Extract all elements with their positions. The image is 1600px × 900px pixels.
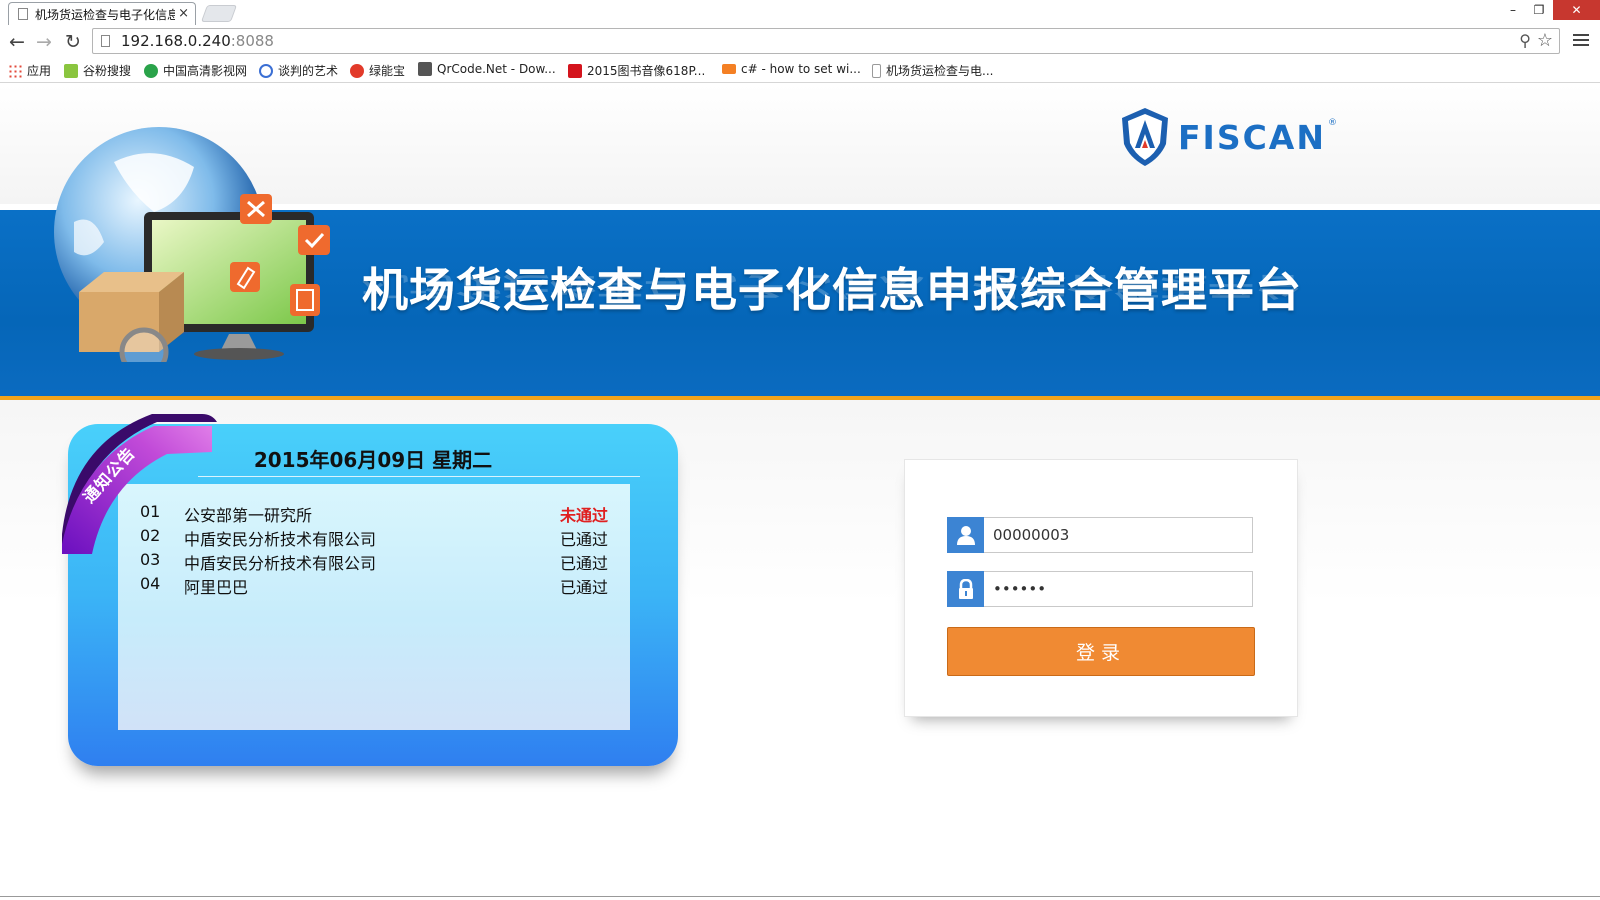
password-value: ••••••	[993, 580, 1047, 598]
registered-mark: ®	[1327, 118, 1337, 128]
url-port: :8088	[230, 32, 274, 50]
bookmark-label: QrCode.Net - Dow...	[437, 62, 556, 76]
page-icon	[18, 8, 28, 20]
menu-icon[interactable]	[1573, 34, 1589, 48]
check-icon	[298, 225, 330, 255]
bookmark-item[interactable]: 中国高清影视网	[144, 62, 247, 79]
reload-icon[interactable]: ↻	[62, 31, 84, 53]
bookmark-item[interactable]: QrCode.Net - Dow...	[418, 62, 556, 76]
item-organization: 阿里巴巴	[184, 578, 249, 597]
bookmark-label: c# - how to set wi...	[741, 62, 861, 76]
user-icon	[947, 517, 984, 553]
item-status: 已通过	[559, 578, 608, 597]
magnifier-icon	[119, 327, 169, 362]
stackoverflow-icon	[722, 64, 736, 74]
shield-icon	[1122, 108, 1168, 166]
page-title-reflection: 机场货运检查与电子化信息申报综合管理平台	[362, 271, 1302, 302]
browser-tab-strip: 机场货运检查与电子化信息申报综合管理平台 × – ❐ ✕	[0, 0, 1600, 25]
bookmark-site-icon	[144, 63, 158, 78]
bookmark-label: 中国高清影视网	[163, 64, 248, 78]
bookmark-label: 2015图书音像618P...	[587, 64, 706, 78]
username-field[interactable]: 00000003	[947, 517, 1253, 553]
maximize-window-button[interactable]: ❐	[1526, 0, 1552, 20]
bookmark-item[interactable]: 应用	[8, 62, 51, 79]
list-item[interactable]: 04 阿里巴巴 已通过	[118, 574, 630, 598]
codeplex-icon	[418, 62, 432, 76]
document-icon	[290, 284, 320, 316]
apps-grid-icon	[8, 63, 22, 78]
close-window-button[interactable]: ✕	[1553, 0, 1600, 20]
sohu-icon	[350, 63, 364, 78]
page-icon	[872, 63, 881, 78]
bookmarks-bar: 应用 谷粉搜搜 中国高清影视网 谈判的艺术 绿能宝 QrCode.Net - D…	[0, 58, 1600, 83]
item-status: 已通过	[559, 530, 608, 549]
password-field[interactable]: ••••••	[947, 571, 1253, 607]
play-circle-icon	[259, 63, 273, 78]
url-host: 192.168.0.240	[121, 32, 231, 50]
logo-text: FISCAN	[1178, 117, 1326, 157]
address-bar[interactable]: 192.168.0.240:8088 ⚲ ☆	[92, 28, 1560, 54]
item-number: 04	[140, 574, 161, 593]
item-status: 未通过	[559, 506, 608, 525]
page-content: FISCAN ® 机场货运检查与电子化信息申报综合管理平台 机场货运检查与电子化…	[0, 84, 1600, 900]
tab-close-icon[interactable]: ×	[178, 6, 189, 21]
bookmark-item[interactable]: 2015图书音像618P...	[568, 62, 705, 79]
bookmark-label: 机场货运检查与电...	[886, 64, 994, 78]
bookmark-site-icon	[64, 63, 78, 78]
banner-orange-line	[0, 396, 1600, 400]
bookmark-item[interactable]: 谈判的艺术	[259, 62, 338, 79]
browser-toolbar: ← → ↻ 192.168.0.240:8088 ⚲ ☆	[0, 25, 1600, 58]
lock-icon	[947, 571, 984, 607]
login-form: 00000003 •••••• 登录	[904, 459, 1298, 717]
bookmark-item[interactable]: 机场货运检查与电...	[872, 62, 993, 79]
browser-tab[interactable]: 机场货运检查与电子化信息申报综合管理平台 ×	[8, 2, 196, 25]
divider	[198, 476, 640, 477]
bookmark-item[interactable]: 绿能宝	[350, 62, 405, 79]
bookmark-item[interactable]: c# - how to set wi...	[722, 62, 861, 76]
bookmark-star-icon[interactable]: ☆	[1537, 30, 1553, 51]
login-button[interactable]: 登录	[947, 627, 1255, 676]
item-status: 已通过	[559, 554, 608, 573]
forward-arrow-icon[interactable]: →	[33, 31, 55, 53]
jd-icon	[568, 63, 582, 78]
fiscan-logo: FISCAN ®	[1120, 106, 1337, 168]
minimize-window-button[interactable]: –	[1500, 0, 1526, 20]
bookmark-label: 应用	[27, 64, 52, 78]
new-tab-button[interactable]	[200, 5, 238, 22]
tab-title: 机场货运检查与电子化信息申报综合管理平台	[35, 7, 175, 22]
back-arrow-icon[interactable]: ←	[6, 31, 28, 53]
bookmark-label: 绿能宝	[369, 64, 406, 78]
page-icon	[101, 35, 110, 47]
bookmark-label: 谷粉搜搜	[83, 64, 132, 78]
bookmark-label: 谈判的艺术	[278, 64, 339, 78]
url-text[interactable]: 192.168.0.240:8088	[121, 32, 274, 50]
search-icon[interactable]: ⚲	[1519, 31, 1531, 50]
bottom-divider	[0, 896, 1600, 900]
bookmark-item[interactable]: 谷粉搜搜	[64, 62, 131, 79]
globe-monitor-illustration	[54, 127, 330, 362]
username-value: 00000003	[993, 526, 1070, 544]
